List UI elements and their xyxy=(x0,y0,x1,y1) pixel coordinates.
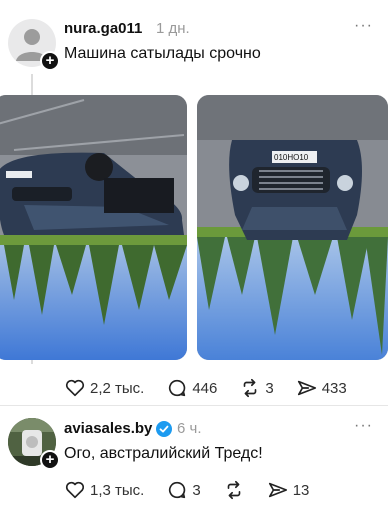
follow-plus-icon[interactable]: + xyxy=(40,51,60,71)
verified-badge-icon xyxy=(156,421,172,437)
username[interactable]: aviasales.by xyxy=(64,420,152,437)
share-icon xyxy=(268,482,287,498)
comment-count: 446 xyxy=(192,379,218,397)
heart-icon xyxy=(65,379,85,397)
repost-icon xyxy=(227,480,241,500)
comment-icon xyxy=(169,379,186,397)
share-button[interactable]: 13 xyxy=(267,479,310,501)
post-photo[interactable]: 010НО10 xyxy=(197,95,388,360)
username[interactable]: nura.ga011 xyxy=(64,20,142,37)
avatar[interactable]: + xyxy=(8,418,60,470)
repost-icon xyxy=(244,378,257,398)
like-count: 2,2 тыс. xyxy=(90,379,145,397)
post-text: Машина сатылады срочно xyxy=(64,45,261,62)
action-bar: 1,3 тыс. 3 13 xyxy=(64,479,331,501)
more-options-icon[interactable]: ··· xyxy=(354,17,373,35)
post-photo[interactable] xyxy=(0,95,187,360)
post-card: + aviasales.by 6 ч. ··· Ого, австралийск… xyxy=(0,408,388,512)
repost-button[interactable]: 3 xyxy=(239,377,274,399)
avatar[interactable]: + xyxy=(8,19,60,71)
license-plate: 010НО10 xyxy=(274,153,309,162)
action-bar: 2,2 тыс. 446 3 433 xyxy=(64,377,369,399)
share-count: 13 xyxy=(292,481,310,499)
post-time: 6 ч. xyxy=(177,420,202,437)
heart-icon xyxy=(65,481,85,499)
comment-count: 3 xyxy=(192,481,201,499)
comment-icon xyxy=(169,481,186,499)
post-card: + nura.ga011 1 дн. ··· Машина сатылады с… xyxy=(0,0,388,405)
more-options-icon[interactable]: ··· xyxy=(354,417,373,435)
share-icon xyxy=(297,380,316,396)
car-photo-image: 010НО10 xyxy=(197,95,388,360)
car-photo-image xyxy=(0,95,187,360)
repost-count: 3 xyxy=(265,379,274,397)
divider xyxy=(0,405,388,406)
repost-button[interactable] xyxy=(223,479,245,501)
like-count: 1,3 тыс. xyxy=(90,481,145,499)
like-button[interactable]: 2,2 тыс. xyxy=(64,377,144,399)
share-button[interactable]: 433 xyxy=(296,377,347,399)
comment-button[interactable]: 3 xyxy=(166,479,201,501)
post-text: Ого, австралийский Тредс! xyxy=(64,445,263,462)
comment-button[interactable]: 446 xyxy=(166,377,217,399)
share-count: 433 xyxy=(321,379,347,397)
follow-plus-icon[interactable]: + xyxy=(40,450,60,470)
like-button[interactable]: 1,3 тыс. xyxy=(64,479,144,501)
post-time: 1 дн. xyxy=(156,20,190,37)
